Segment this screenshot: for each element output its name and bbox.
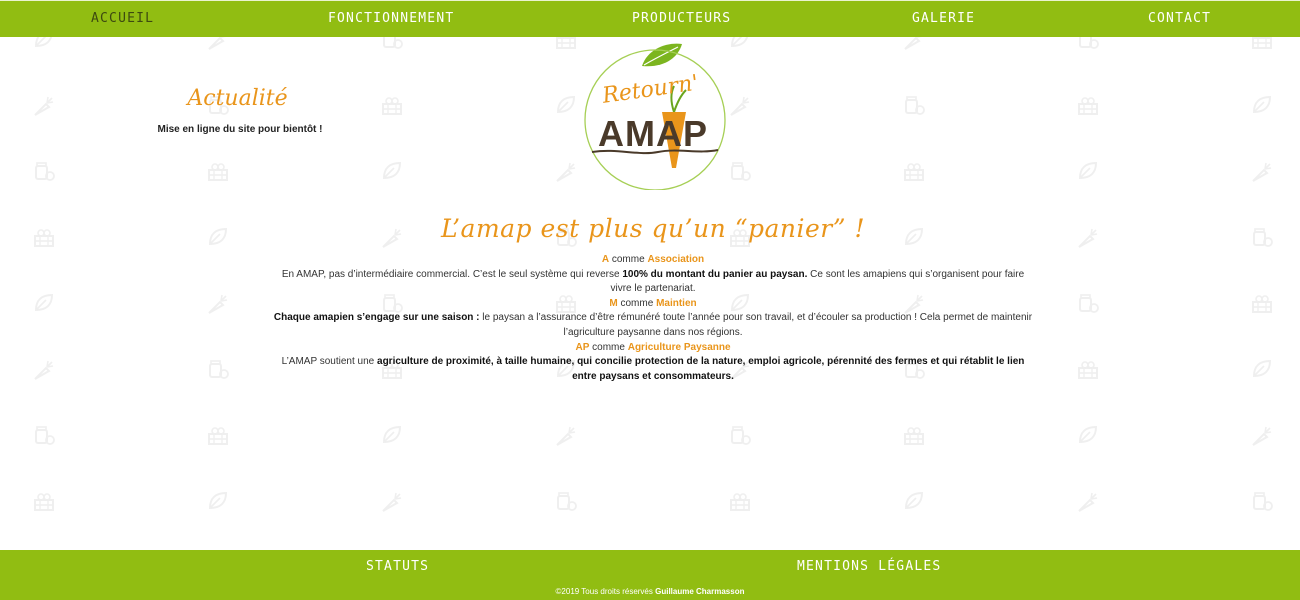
jar-icon: [905, 96, 925, 115]
svg-text:Retourn': Retourn': [600, 71, 700, 109]
ap-heading: AP comme Agriculture Paysanne: [575, 341, 731, 353]
crate-icon: [382, 97, 402, 115]
crate-icon: [904, 427, 924, 445]
leaf-icon: [1252, 95, 1272, 114]
a-heading: A comme Association: [601, 254, 705, 265]
leaf-icon: [208, 491, 228, 510]
crate-icon: [730, 493, 750, 511]
crate-icon: [208, 163, 228, 181]
jar-icon: [1253, 228, 1273, 247]
a-paragraph: En AMAP, pas d’intermédiaire commercial.…: [281, 268, 1025, 295]
leaf-icon: [382, 425, 402, 444]
jar-icon: [731, 426, 751, 445]
page-headline: L’amap est plus qu’un “panier” !: [440, 214, 866, 243]
top-navigation: ACCUEIL FONCTIONNEMENT PRODUCTEURS GALER…: [0, 0, 1300, 37]
carrot-icon: [34, 96, 54, 116]
leaf-icon: [382, 161, 402, 180]
copyright: ©2019 Tous droits réservés Guillaume Cha…: [555, 587, 745, 596]
carrot-icon: [556, 162, 576, 182]
crate-icon: [208, 427, 228, 445]
news-text: Mise en ligne du site pour bientôt !: [157, 124, 323, 135]
crate-icon: [904, 163, 924, 181]
crate-icon: [1078, 361, 1098, 379]
carrot-icon: [1078, 228, 1098, 248]
leaf-icon: [34, 293, 54, 312]
jar-icon: [1253, 492, 1273, 511]
svg-text:AMAP: AMAP: [598, 113, 708, 154]
site-logo[interactable]: Retourn' AMAP: [578, 40, 732, 194]
news-section: Actualité Mise en ligne du site pour bie…: [120, 86, 360, 135]
jar-icon: [209, 360, 229, 379]
footer-link-statuts[interactable]: STATUTS: [366, 559, 429, 574]
leaf-icon: [556, 95, 576, 114]
leaf-icon: [1252, 359, 1272, 378]
carrot-icon: [34, 360, 54, 380]
crate-icon: [1252, 295, 1272, 313]
carrot-icon: [1252, 162, 1272, 182]
carrot-icon: [382, 492, 402, 512]
jar-icon: [35, 426, 55, 445]
nav-item-fonctionnement[interactable]: FONCTIONNEMENT: [328, 11, 454, 26]
jar-icon: [1079, 294, 1099, 313]
footer: STATUTS MENTIONS LÉGALES ©2019 Tous droi…: [0, 550, 1300, 600]
m-paragraph: Chaque amapien s’engage sur une saison :…: [273, 312, 1033, 338]
carrot-icon: [1078, 492, 1098, 512]
crate-icon: [1078, 97, 1098, 115]
m-heading: M comme Maintien: [609, 297, 697, 309]
jar-icon: [35, 162, 55, 181]
leaf-icon: [1078, 425, 1098, 444]
ap-paragraph: L’AMAP soutient une agriculture de proxi…: [281, 356, 1025, 382]
carrot-icon: [1252, 426, 1272, 446]
nav-item-producteurs[interactable]: PRODUCTEURS: [632, 11, 731, 26]
crate-icon: [34, 229, 54, 247]
logo-carrot-icon: Retourn' AMAP: [584, 43, 726, 191]
nav-item-contact[interactable]: CONTACT: [1148, 11, 1211, 26]
carrot-icon: [556, 426, 576, 446]
leaf-icon: [208, 227, 228, 246]
nav-item-accueil[interactable]: ACCUEIL: [91, 11, 154, 26]
footer-link-mentions-legales[interactable]: MENTIONS LÉGALES: [797, 559, 941, 574]
leaf-icon: [904, 491, 924, 510]
carrot-icon: [208, 294, 228, 314]
main-content: L’amap est plus qu’un “panier” ! A comme…: [270, 214, 1036, 384]
news-title: Actualité: [187, 86, 288, 111]
crate-icon: [34, 493, 54, 511]
nav-item-galerie[interactable]: GALERIE: [912, 11, 975, 26]
jar-icon: [557, 492, 577, 511]
leaf-icon: [1078, 161, 1098, 180]
